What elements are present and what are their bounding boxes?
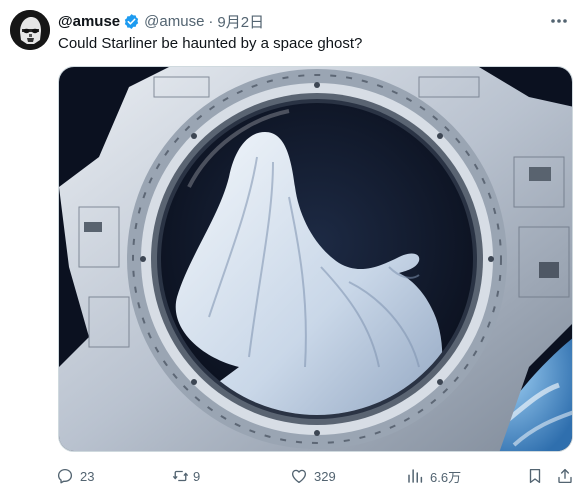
heart-icon [291,469,307,484]
more-options-icon[interactable] [548,11,570,31]
views-chart-icon [408,469,423,483]
verified-badge-icon [123,13,140,30]
separator-dot: · [208,12,214,30]
bookmark-icon [529,468,541,484]
tweet-text: Could Starliner be haunted by a space gh… [58,35,363,52]
tweet[interactable]: @amuse @amuse · 9月2日 Could Starliner be … [0,0,584,495]
like-button[interactable]: 329 [290,464,336,488]
reply-count: 23 [80,468,95,484]
reply-button[interactable]: 23 [56,464,94,488]
tweet-actions: 23 9 329 6.6万 [56,464,574,488]
tweet-image[interactable] [58,66,573,452]
display-name[interactable]: @amuse [58,13,120,30]
timestamp[interactable]: 9月2日 [217,11,264,32]
repost-icon [172,470,189,482]
views-button[interactable]: 6.6万 [406,464,461,488]
repost-button[interactable]: 9 [171,464,200,488]
share-icon [558,468,572,484]
repost-count: 9 [193,468,201,484]
reply-icon [57,468,73,484]
view-count: 6.6万 [430,469,462,485]
like-count: 329 [314,468,336,484]
tweet-header: @amuse @amuse · 9月2日 [58,10,264,32]
avatar[interactable] [10,10,50,50]
share-button[interactable] [556,464,574,488]
handle[interactable]: @amuse [144,13,204,30]
bookmark-button[interactable] [526,464,544,488]
